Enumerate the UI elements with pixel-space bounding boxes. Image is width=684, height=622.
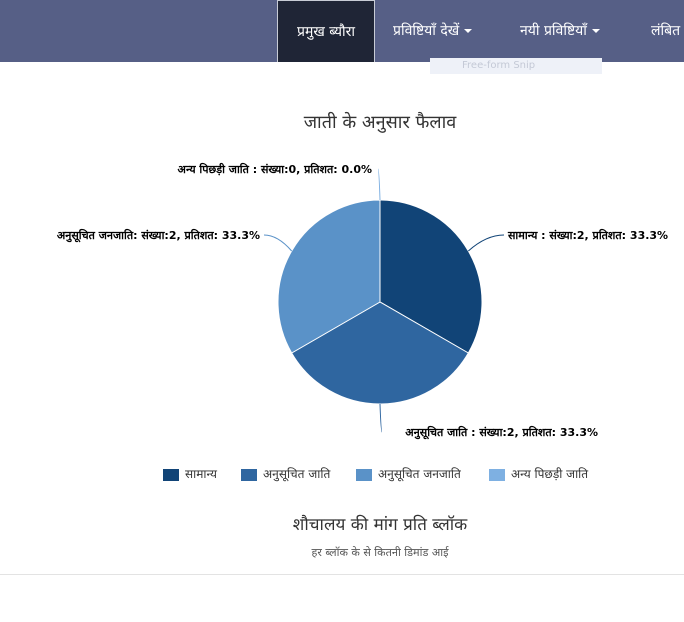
legend-label: अनुसूचित जनजाति <box>378 467 461 481</box>
section-title: शौचालय की मांग प्रति ब्लॉक <box>292 515 468 535</box>
pie-data-label: अनुसूचित जनजाति: संख्या:2, प्रतिशत: 33.3… <box>57 228 260 243</box>
legend-swatch <box>241 468 257 481</box>
pie-leader-line <box>263 234 293 252</box>
section-subtitle: हर ब्लॉक के से कितनी डिमांड आई <box>311 546 449 559</box>
pie-data-label: अनुसूचित जाति : संख्या:2, प्रतिशत: 33.3% <box>405 425 598 440</box>
legend-item[interactable]: अनुसूचित जाति <box>241 465 330 482</box>
divider <box>0 574 684 575</box>
legend-label: अन्य पिछड़ी जाति <box>511 467 589 481</box>
pie-data-label: सामान्य : संख्या:2, प्रतिशत: 33.3% <box>507 228 668 242</box>
legend-swatch <box>163 468 179 481</box>
legend-item[interactable]: अनुसूचित जनजाति <box>356 465 461 482</box>
legend-item[interactable]: अन्य पिछड़ी जाति <box>489 465 588 482</box>
pie-leader-line <box>377 168 381 201</box>
legend-label: अनुसूचित जाति <box>263 467 331 481</box>
pie-leader-line <box>379 403 383 433</box>
legend-item[interactable]: सामान्य <box>163 465 217 482</box>
legend-swatch <box>356 468 372 481</box>
pie-data-label: अन्य पिछड़ी जाति : संख्या:0, प्रतिशत: 0.… <box>178 162 372 176</box>
legend-label: सामान्य <box>185 467 218 481</box>
legend-swatch <box>489 468 505 481</box>
pie-leader-line <box>468 234 505 252</box>
